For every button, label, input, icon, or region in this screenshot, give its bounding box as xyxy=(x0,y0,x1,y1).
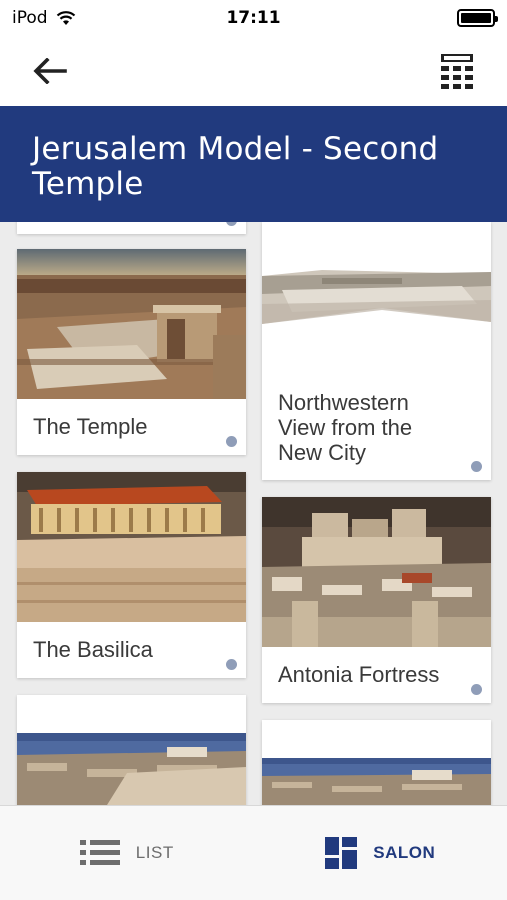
grid-card-the-temple[interactable]: The Temple xyxy=(17,249,246,455)
view-toggle-button[interactable] xyxy=(437,51,477,91)
indicator-dot xyxy=(226,222,237,226)
thumbnail-image xyxy=(262,497,491,647)
wifi-icon xyxy=(56,10,76,26)
thumbnail-image xyxy=(262,758,491,805)
grid-card-bottom-left[interactable] xyxy=(17,695,246,805)
tab-salon-label: SALON xyxy=(373,843,436,862)
list-icon xyxy=(79,840,120,865)
indicator-dot xyxy=(226,436,237,447)
indicator-dot xyxy=(471,684,482,695)
tab-bar: LIST SALON xyxy=(0,805,507,900)
card-caption: Northwestern View from the New City xyxy=(278,390,413,465)
salon-grid[interactable]: The Temple Northwestern View from the Ne… xyxy=(0,222,507,805)
grid-card-the-basilica[interactable]: The Basilica xyxy=(17,472,246,678)
thumbnail-image xyxy=(17,249,246,399)
card-caption: The Basilica xyxy=(33,637,153,662)
calculator-grid-icon xyxy=(441,54,473,89)
back-button[interactable] xyxy=(30,51,70,91)
card-caption: Antonia Fortress xyxy=(278,662,440,687)
tab-salon[interactable]: SALON xyxy=(254,806,507,900)
carrier-label: iPod xyxy=(12,8,48,28)
thumbnail-image xyxy=(17,733,246,805)
status-time: 17:11 xyxy=(226,8,281,28)
arrow-left-icon xyxy=(33,58,67,84)
page-title: Jerusalem Model - Second Temple xyxy=(32,131,439,202)
title-band: Jerusalem Model - Second Temple xyxy=(0,106,507,222)
tab-list[interactable]: LIST xyxy=(0,806,254,900)
thumbnail-image xyxy=(262,264,491,326)
tab-list-label: LIST xyxy=(135,843,174,862)
battery-icon xyxy=(457,9,498,27)
grid-card-partial-top-left[interactable] xyxy=(17,222,246,234)
status-left: iPod xyxy=(12,8,76,28)
salon-grid-icon xyxy=(325,837,358,869)
nav-bar xyxy=(0,36,507,106)
indicator-dot xyxy=(226,659,237,670)
grid-card-antonia-fortress[interactable]: Antonia Fortress xyxy=(262,497,491,703)
grid-card-bottom-right[interactable] xyxy=(262,720,491,805)
thumbnail-image xyxy=(17,472,246,622)
grid-card-northwestern-view[interactable]: Northwestern View from the New City xyxy=(262,222,491,480)
indicator-dot xyxy=(471,461,482,472)
status-bar: iPod 17:11 xyxy=(0,0,507,36)
card-caption: The Temple xyxy=(33,414,148,439)
